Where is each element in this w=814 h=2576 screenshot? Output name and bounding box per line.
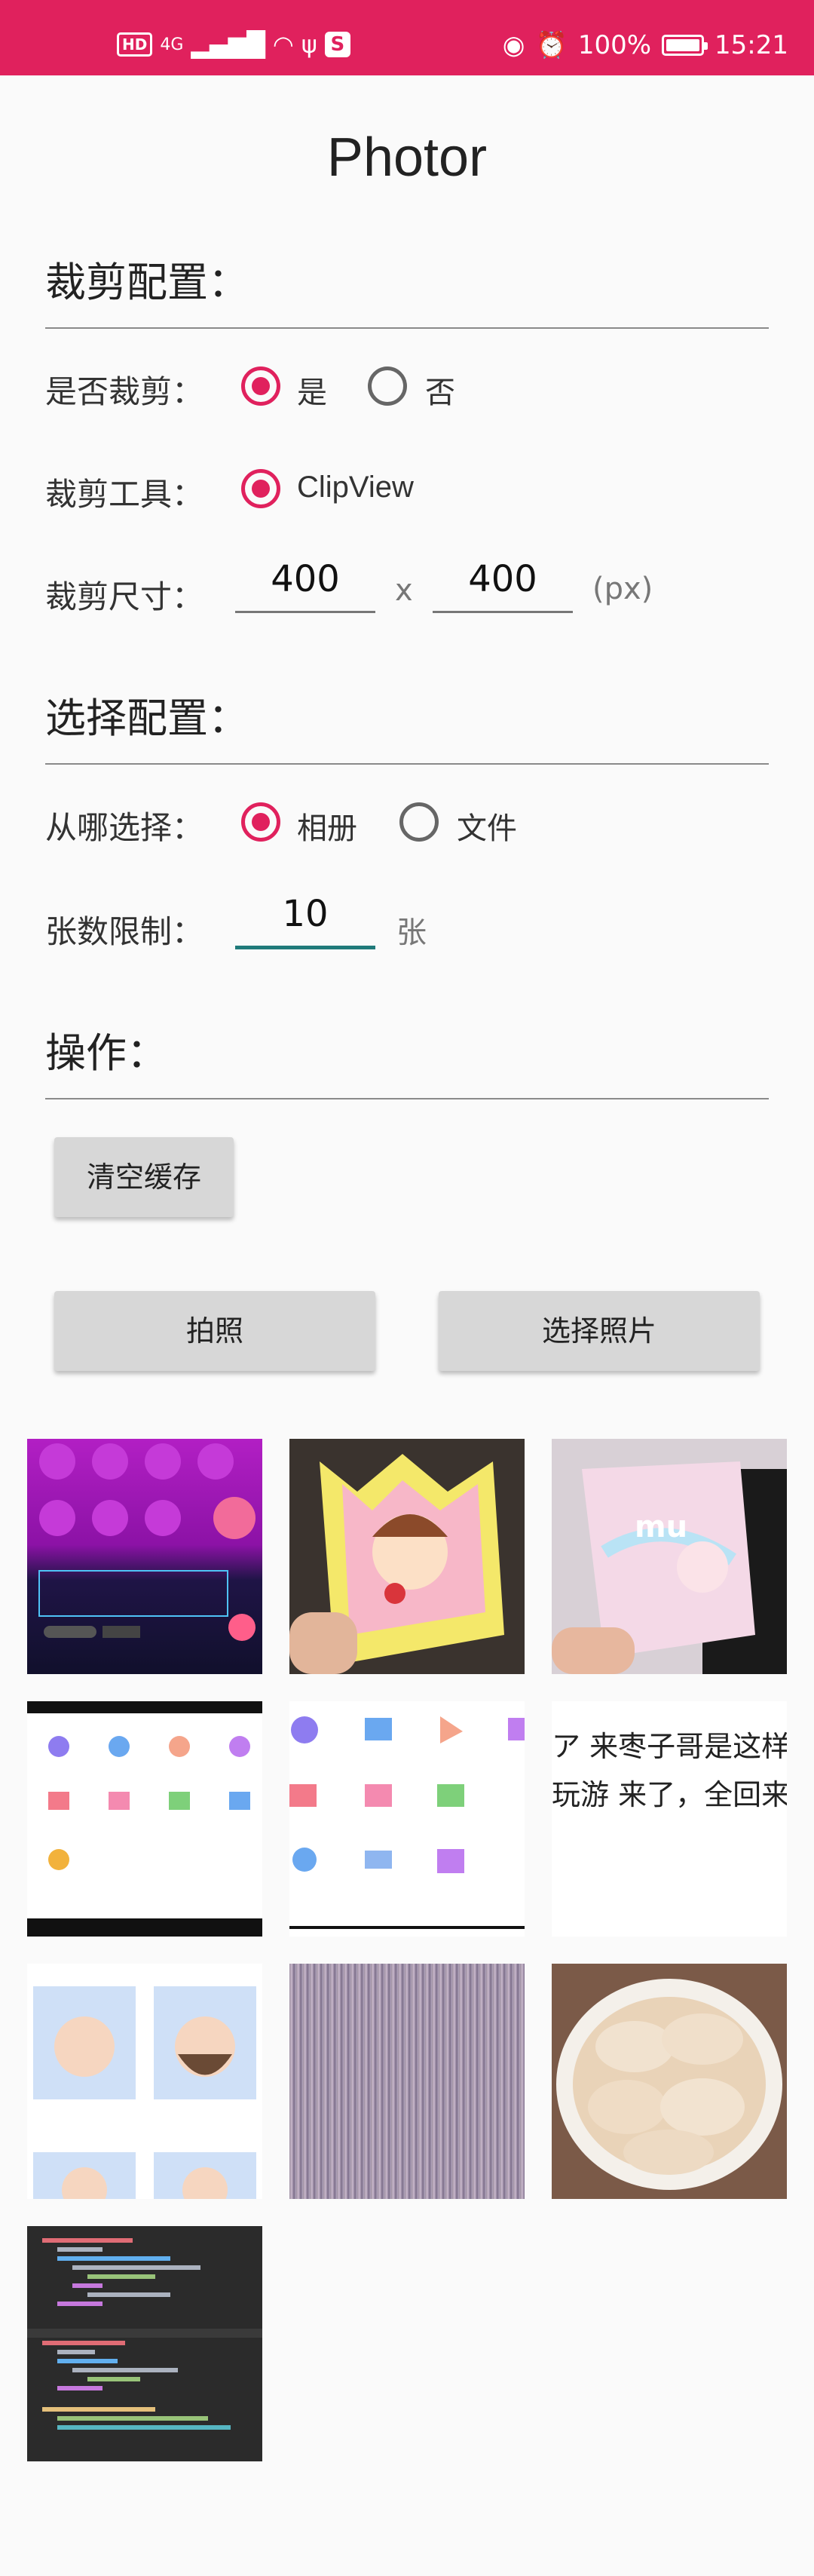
take-photo-button[interactable]: 拍照 — [54, 1291, 375, 1371]
select-config-divider — [45, 763, 769, 765]
thumbnail-dumplings[interactable] — [552, 1964, 787, 2199]
princess-card-image — [289, 1439, 525, 1674]
crop-tool-label: 裁剪工具： — [45, 476, 204, 513]
crop-no-label[interactable]: 否 — [425, 368, 455, 412]
count-limit-input[interactable]: 10 — [235, 893, 375, 949]
network-indicator: 4G — [160, 35, 184, 54]
crop-size-label: 裁剪尺寸： — [45, 578, 204, 615]
thumbnail-princess-card[interactable] — [289, 1439, 525, 1674]
avatar-cards-image — [33, 1986, 256, 2199]
clear-cache-button[interactable]: 清空缓存 — [54, 1137, 234, 1217]
thumbnail-settings-grid[interactable] — [27, 1701, 262, 1937]
clipview-label[interactable]: ClipView — [297, 471, 414, 504]
thumbnail-moire-screen[interactable] — [289, 1964, 525, 2199]
crop-no-radio[interactable] — [368, 366, 407, 406]
status-right: ◉ ⏰ 100% 15:21 — [503, 30, 788, 60]
dumplings-image — [556, 1979, 782, 2190]
eye-icon: ◉ — [502, 30, 525, 60]
crop-width-input[interactable]: 400 — [235, 558, 375, 613]
source-file-radio[interactable] — [399, 802, 439, 842]
clock: 15:21 — [715, 30, 788, 60]
status-left: HD 4G ▂▄▆█ ◠ ψ S — [117, 30, 350, 59]
alarm-icon: ⏰ — [535, 30, 568, 60]
crop-yes-radio[interactable] — [241, 366, 280, 406]
wifi-icon: ◠ — [272, 30, 294, 59]
choose-photo-button[interactable]: 选择照片 — [439, 1291, 760, 1371]
page-title: Photor — [326, 127, 488, 188]
source-album-radio[interactable] — [241, 802, 280, 842]
count-limit-unit: 张 — [396, 915, 427, 950]
select-source-label: 从哪选择： — [45, 809, 204, 846]
thumbnail-avatar-cards[interactable] — [27, 1964, 262, 2199]
chat-room-image — [38, 1443, 256, 1641]
thumbnail-python-code[interactable] — [27, 2226, 262, 2461]
thumbnail-gift-box[interactable]: mu — [552, 1439, 787, 1674]
hd-badge: HD — [117, 32, 153, 57]
battery-percent: 100% — [577, 30, 652, 60]
crop-enabled-label: 是否裁剪： — [45, 373, 204, 410]
count-limit-label: 张数限制： — [45, 913, 204, 950]
crop-config-divider — [45, 327, 769, 329]
thumbnail-settings-zoom[interactable] — [289, 1701, 525, 1937]
python-code-image — [27, 2238, 262, 2430]
app-notification-icon: S — [324, 32, 350, 57]
settings-zoom-image — [289, 1716, 525, 1929]
crop-size-unit: (px) — [592, 572, 653, 606]
source-file-label[interactable]: 文件 — [457, 804, 517, 848]
gift-box-image: mu — [552, 1439, 787, 1674]
actions-divider — [45, 1098, 769, 1099]
crop-height-input[interactable]: 400 — [433, 558, 573, 613]
battery-icon — [662, 35, 708, 56]
clipview-radio[interactable] — [241, 469, 280, 508]
select-config-header: 选择配置： — [45, 695, 249, 742]
status-bar: HD 4G ▂▄▆█ ◠ ψ S ◉ ⏰ 100% 15:21 — [0, 0, 814, 75]
thumbnail-chinese-text[interactable]: ア 来枣子哥是这样玩 大小虎是这样玩游 来了，全回来了！ — [552, 1701, 787, 1937]
thumbnail-chat-room[interactable] — [27, 1439, 262, 1674]
settings-grid-image — [27, 1701, 262, 1937]
actions-header: 操作： — [45, 1029, 167, 1077]
crop-yes-label[interactable]: 是 — [297, 368, 327, 412]
usb-icon: ψ — [301, 30, 317, 59]
svg-text:mu: mu — [635, 1510, 687, 1544]
signal-icon: ▂▄▆█ — [191, 30, 265, 59]
crop-size-times: x — [395, 573, 413, 608]
chinese-text-content: ア 来枣子哥是这样玩 大小虎是这样玩游 来了，全回来了！ — [552, 1730, 787, 1811]
crop-config-header: 裁剪配置： — [45, 259, 249, 306]
source-album-label[interactable]: 相册 — [297, 804, 357, 848]
